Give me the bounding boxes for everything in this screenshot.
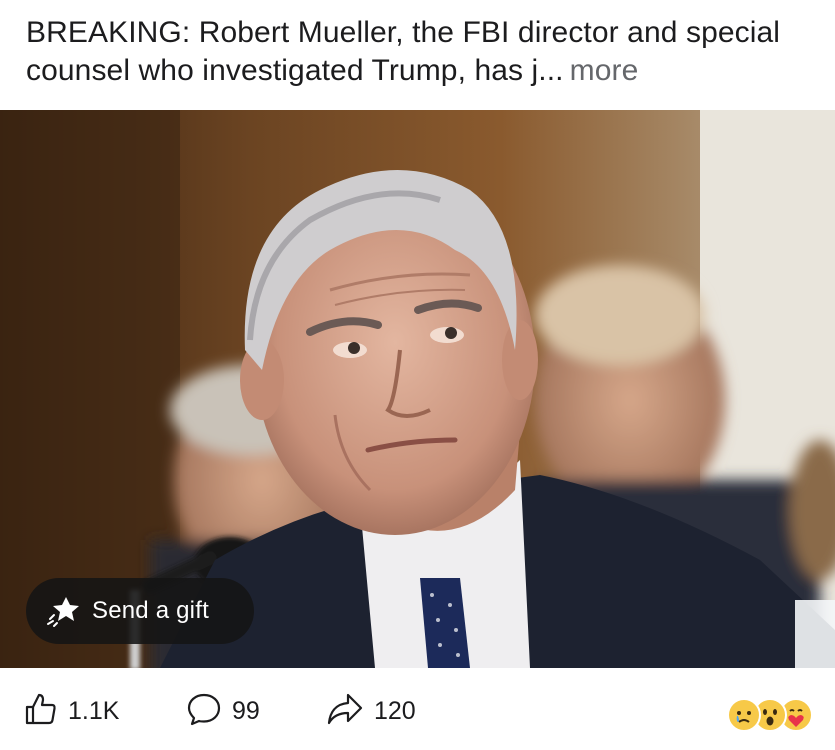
share-count: 120 (374, 697, 416, 725)
send-gift-button[interactable]: Send a gift (26, 578, 254, 644)
reaction-summary[interactable] (727, 698, 813, 732)
more-link[interactable]: more (570, 54, 639, 87)
post-caption: BREAKING: Robert Mueller, the FBI direct… (26, 14, 816, 90)
gift-star-icon (42, 589, 86, 633)
comment-bubble-icon (186, 692, 222, 731)
comment-button[interactable]: 99 (186, 692, 260, 731)
like-button[interactable]: 1.1K (24, 692, 119, 731)
comment-count: 99 (232, 697, 260, 725)
share-arrow-icon (326, 692, 364, 731)
sad-face-icon (727, 698, 761, 732)
send-gift-label: Send a gift (92, 597, 209, 624)
thumbs-up-icon (24, 692, 58, 731)
like-count: 1.1K (68, 697, 120, 725)
caption-text: BREAKING: Robert Mueller, the FBI direct… (26, 16, 781, 87)
post-action-bar: 1.1K 99 120 (0, 668, 835, 750)
share-button[interactable]: 120 (326, 692, 416, 731)
